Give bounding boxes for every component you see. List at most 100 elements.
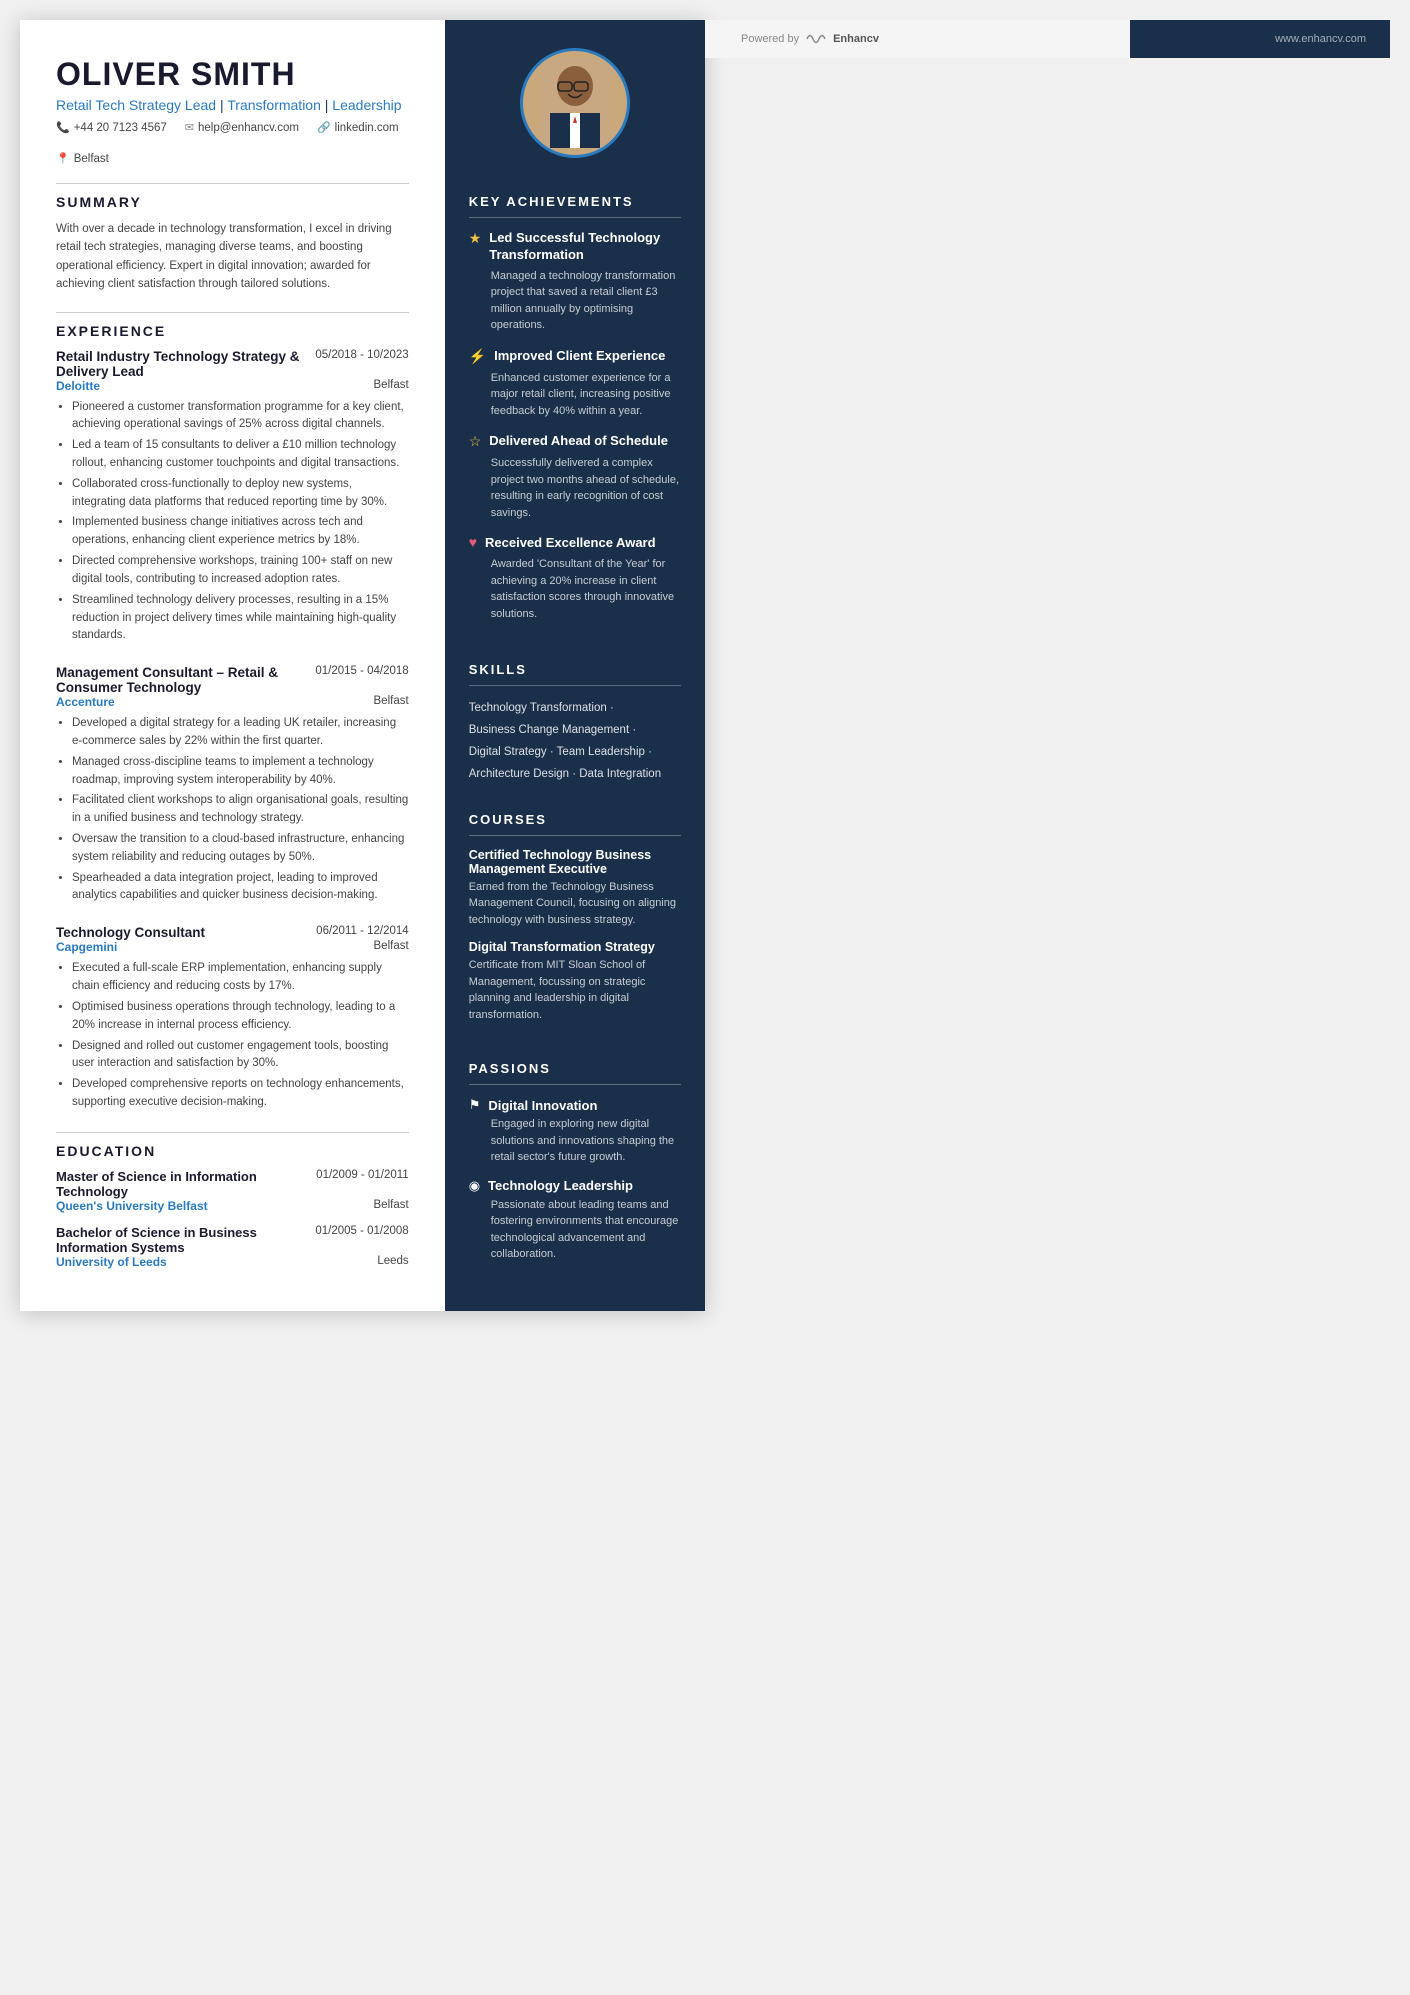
achievements-title: KEY ACHIEVEMENTS xyxy=(469,194,681,209)
achievement-1-desc: Managed a technology transformation proj… xyxy=(491,268,681,334)
edu-2-degree: Bachelor of Science in Business Informat… xyxy=(56,1225,315,1255)
courses-divider xyxy=(469,835,681,836)
job-1-company: Deloitte xyxy=(56,379,100,393)
achievement-2-desc: Enhanced customer experience for a major… xyxy=(491,370,681,420)
course-1-desc: Earned from the Technology Business Mana… xyxy=(469,879,681,929)
achievement-3-icon: ☆ xyxy=(469,434,482,451)
header: OLIVER SMITH Retail Tech Strategy Lead |… xyxy=(56,56,409,165)
phone-icon: 📞 xyxy=(56,121,70,134)
passion-2-title: Technology Leadership xyxy=(488,1178,633,1193)
job-3-bullets: Executed a full-scale ERP implementation… xyxy=(56,960,409,1112)
achievements-divider xyxy=(469,217,681,218)
passion-2-desc: Passionate about leading teams and foste… xyxy=(491,1197,681,1263)
title-part-2: Transformation xyxy=(227,97,321,113)
achievement-4: ♥ Received Excellence Award Awarded 'Con… xyxy=(469,535,681,622)
photo-area xyxy=(445,20,705,178)
summary-section: SUMMARY With over a decade in technology… xyxy=(56,194,409,294)
edu-2-location: Leeds xyxy=(377,1255,408,1269)
bullet: Developed a digital strategy for a leadi… xyxy=(72,715,409,751)
bullet: Led a team of 15 consultants to deliver … xyxy=(72,437,409,473)
job-2-title: Management Consultant – Retail & Consume… xyxy=(56,665,315,695)
website-text: www.enhancv.com xyxy=(1275,33,1366,45)
skill-line-2: Business Change Management · xyxy=(469,720,681,742)
passions-section: PASSIONS ⚑ Digital Innovation Engaged in… xyxy=(445,1045,705,1285)
enhancv-logo-icon xyxy=(805,32,827,46)
job-3-location: Belfast xyxy=(374,940,409,954)
bullet: Facilitated client workshops to align or… xyxy=(72,792,409,828)
courses-section: COURSES Certified Technology Business Ma… xyxy=(445,796,705,1046)
skill-line-4: Architecture Design · Data Integration xyxy=(469,764,681,786)
course-1-title: Certified Technology Business Management… xyxy=(469,848,681,876)
bullet: Spearheaded a data integration project, … xyxy=(72,870,409,906)
skill-line-1: Technology Transformation · xyxy=(469,698,681,720)
course-2-desc: Certificate from MIT Sloan School of Man… xyxy=(469,957,681,1023)
job-2-company: Accenture xyxy=(56,695,115,709)
bullet: Oversaw the transition to a cloud-based … xyxy=(72,831,409,867)
profile-photo xyxy=(520,48,630,158)
achievement-3: ☆ Delivered Ahead of Schedule Successful… xyxy=(469,433,681,521)
contact-email: ✉ help@enhancv.com xyxy=(185,121,299,134)
candidate-name: OLIVER SMITH xyxy=(56,56,409,93)
location-icon: 📍 xyxy=(56,152,70,165)
bullet: Developed comprehensive reports on techn… xyxy=(72,1076,409,1112)
summary-text: With over a decade in technology transfo… xyxy=(56,220,409,294)
education-divider xyxy=(56,1132,409,1133)
experience-title: EXPERIENCE xyxy=(56,323,409,339)
contact-row: 📞 +44 20 7123 4567 ✉ help@enhancv.com 🔗 … xyxy=(56,121,409,165)
phone-text: +44 20 7123 4567 xyxy=(74,122,167,134)
edu-2: Bachelor of Science in Business Informat… xyxy=(56,1225,409,1269)
experience-divider xyxy=(56,312,409,313)
job-3-company: Capgemini xyxy=(56,940,117,954)
bullet: Collaborated cross-functionally to deplo… xyxy=(72,476,409,512)
job-1-dates: 05/2018 - 10/2023 xyxy=(315,349,408,361)
bullet: Directed comprehensive workshops, traini… xyxy=(72,553,409,589)
job-1-title: Retail Industry Technology Strategy & De… xyxy=(56,349,315,379)
contact-linkedin: 🔗 linkedin.com xyxy=(317,121,399,134)
contact-phone: 📞 +44 20 7123 4567 xyxy=(56,121,167,134)
achievement-3-title: Delivered Ahead of Schedule xyxy=(489,433,668,450)
course-2-title: Digital Transformation Strategy xyxy=(469,940,681,954)
achievement-3-desc: Successfully delivered a complex project… xyxy=(491,455,681,521)
bullet: Executed a full-scale ERP implementation… xyxy=(72,960,409,996)
job-2-dates: 01/2015 - 04/2018 xyxy=(315,665,408,677)
right-column: KEY ACHIEVEMENTS ★ Led Successful Techno… xyxy=(445,20,705,1311)
right-footer: www.enhancv.com xyxy=(1130,20,1390,58)
job-2-location: Belfast xyxy=(374,695,409,709)
location-text: Belfast xyxy=(74,153,109,165)
achievement-2-icon: ⚡ xyxy=(469,349,486,366)
education-section: EDUCATION Master of Science in Informati… xyxy=(56,1143,409,1269)
powered-by-text: Powered by xyxy=(741,33,799,45)
passion-1-desc: Engaged in exploring new digital solutio… xyxy=(491,1116,681,1166)
edu-2-dates: 01/2005 - 01/2008 xyxy=(315,1225,408,1255)
edu-1-degree: Master of Science in Information Technol… xyxy=(56,1169,316,1199)
email-icon: ✉ xyxy=(185,121,194,134)
title-part-3: Leadership xyxy=(332,97,401,113)
footer-bar: Powered by Enhancv www.enhancv.com xyxy=(705,20,1390,58)
bullet: Pioneered a customer transformation prog… xyxy=(72,399,409,435)
email-text: help@enhancv.com xyxy=(198,122,299,134)
left-footer: Powered by Enhancv xyxy=(705,20,1130,58)
bullet: Optimised business operations through te… xyxy=(72,999,409,1035)
summary-title: SUMMARY xyxy=(56,194,409,210)
skills-divider xyxy=(469,685,681,686)
achievement-4-desc: Awarded 'Consultant of the Year' for ach… xyxy=(491,556,681,622)
brand-text: Enhancv xyxy=(833,33,879,45)
passion-1: ⚑ Digital Innovation Engaged in explorin… xyxy=(469,1097,681,1166)
course-2: Digital Transformation Strategy Certific… xyxy=(469,940,681,1023)
achievement-4-title: Received Excellence Award xyxy=(485,535,656,552)
linkedin-text: linkedin.com xyxy=(335,122,399,134)
skills-list: Technology Transformation · Business Cha… xyxy=(469,698,681,785)
edu-1-location: Belfast xyxy=(374,1199,409,1213)
edu-1-school: Queen's University Belfast xyxy=(56,1199,208,1213)
summary-divider xyxy=(56,183,409,184)
skills-title: SKILLS xyxy=(469,662,681,677)
bullet: Streamlined technology delivery processe… xyxy=(72,592,409,645)
job-1: Retail Industry Technology Strategy & De… xyxy=(56,349,409,646)
education-title: EDUCATION xyxy=(56,1143,409,1159)
passion-2-icon: ◉ xyxy=(469,1178,480,1194)
skills-section: SKILLS Technology Transformation · Busin… xyxy=(445,646,705,795)
edu-2-school: University of Leeds xyxy=(56,1255,167,1269)
passion-1-icon: ⚑ xyxy=(469,1097,481,1113)
job-1-location: Belfast xyxy=(374,379,409,393)
bullet: Implemented business change initiatives … xyxy=(72,514,409,550)
